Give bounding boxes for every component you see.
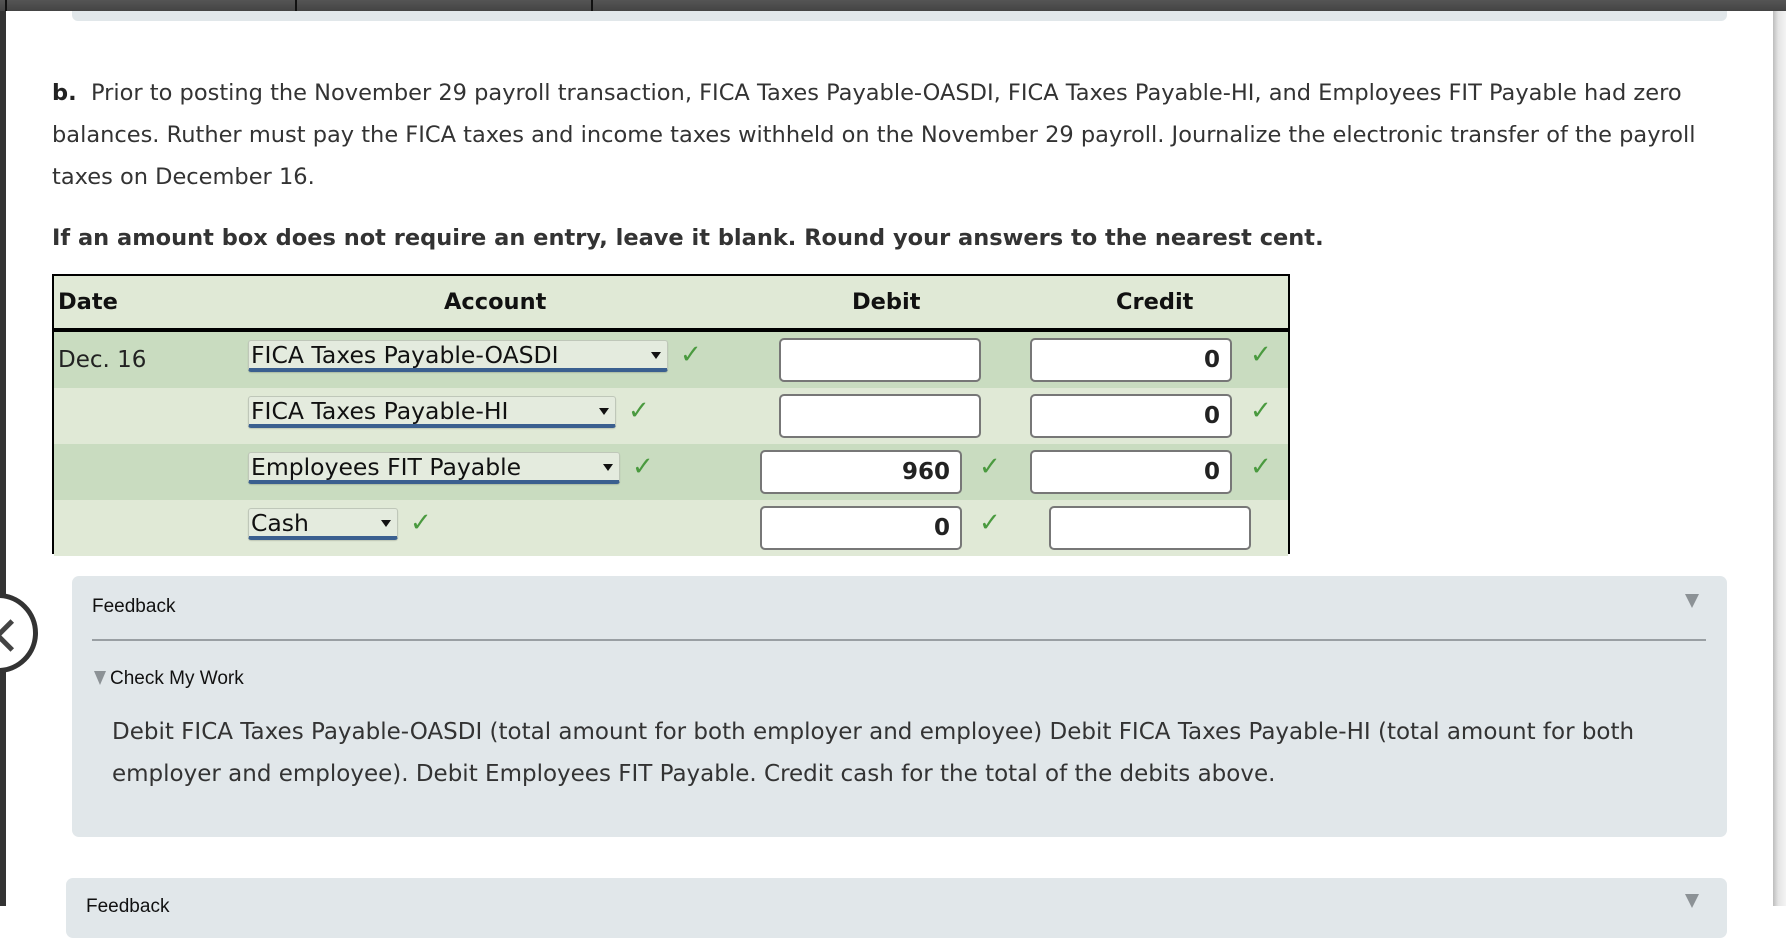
credit-input[interactable]: 0 (1030, 394, 1232, 438)
credit-input[interactable]: 0 (1030, 450, 1232, 494)
header-account: Account (444, 289, 547, 315)
triangle-down-icon (94, 671, 106, 685)
check-icon: ✓ (680, 340, 702, 370)
header-debit: Debit (852, 289, 921, 315)
feedback-title: Feedback (86, 896, 170, 917)
dropdown-caret-icon (599, 408, 609, 415)
previous-feedback-panel (72, 11, 1727, 21)
scrollbar-track[interactable] (1773, 11, 1786, 906)
check-icon: ✓ (1250, 452, 1272, 482)
previous-button[interactable] (0, 593, 38, 673)
table-row: Employees FIT Payable ✓ 960 ✓ 0 ✓ (54, 444, 1288, 500)
question-prompt: b. Prior to posting the November 29 payr… (52, 72, 1732, 198)
toolbar-divider (295, 0, 297, 11)
check-icon: ✓ (410, 508, 432, 538)
divider (92, 639, 1706, 641)
account-select-value: FICA Taxes Payable-OASDI (251, 341, 559, 369)
check-icon: ✓ (979, 452, 1001, 482)
toolbar-divider (5, 0, 7, 11)
table-row: Cash ✓ 0 ✓ (54, 500, 1288, 556)
check-icon: ✓ (1250, 396, 1272, 426)
credit-input[interactable] (1049, 506, 1251, 550)
check-icon: ✓ (979, 508, 1001, 538)
check-icon: ✓ (632, 452, 654, 482)
check-icon: ✓ (628, 396, 650, 426)
prompt-text: Prior to posting the November 29 payroll… (52, 80, 1696, 190)
feedback-panel-2: Feedback (66, 878, 1727, 938)
header-credit: Credit (1116, 289, 1194, 315)
header-date: Date (58, 289, 118, 315)
toolbar-divider (591, 0, 593, 11)
feedback-title: Feedback (92, 596, 176, 617)
account-select-value: Cash (251, 509, 309, 537)
debit-input[interactable]: 960 (760, 450, 962, 494)
table-row: Dec. 16 FICA Taxes Payable-OASDI ✓ 0 ✓ (54, 332, 1288, 388)
feedback-panel: Feedback Check My Work Debit FICA Taxes … (72, 576, 1727, 837)
check-icon: ✓ (1250, 340, 1272, 370)
debit-input[interactable] (779, 394, 981, 438)
collapse-toggle-icon[interactable] (1685, 594, 1699, 608)
instruction-text: If an amount box does not require an ent… (52, 225, 1324, 251)
top-toolbar (0, 0, 1786, 11)
debit-input[interactable] (779, 338, 981, 382)
feedback-text: Debit FICA Taxes Payable-OASDI (total am… (112, 719, 1635, 787)
date-cell: Dec. 16 (58, 347, 147, 373)
check-my-work-toggle[interactable]: Check My Work (94, 668, 244, 690)
account-select[interactable]: Cash (248, 508, 398, 540)
account-select[interactable]: Employees FIT Payable (248, 452, 620, 484)
dropdown-caret-icon (651, 352, 661, 359)
account-select[interactable]: FICA Taxes Payable-HI (248, 396, 616, 428)
table-row: FICA Taxes Payable-HI ✓ 0 ✓ (54, 388, 1288, 444)
journal-entry-table: Date Account Debit Credit Dec. 16 FICA T… (52, 274, 1290, 556)
credit-input[interactable]: 0 (1030, 338, 1232, 382)
account-select-value: Employees FIT Payable (251, 453, 522, 481)
left-frame-edge (0, 11, 6, 906)
part-label: b. (52, 80, 77, 106)
chevron-left-icon (0, 619, 27, 652)
check-my-work-label: Check My Work (110, 668, 244, 689)
account-select-value: FICA Taxes Payable-HI (251, 397, 509, 425)
account-select[interactable]: FICA Taxes Payable-OASDI (248, 340, 668, 372)
dropdown-caret-icon (603, 464, 613, 471)
dropdown-caret-icon (381, 520, 391, 527)
table-header: Date Account Debit Credit (54, 276, 1288, 332)
debit-input[interactable]: 0 (760, 506, 962, 550)
